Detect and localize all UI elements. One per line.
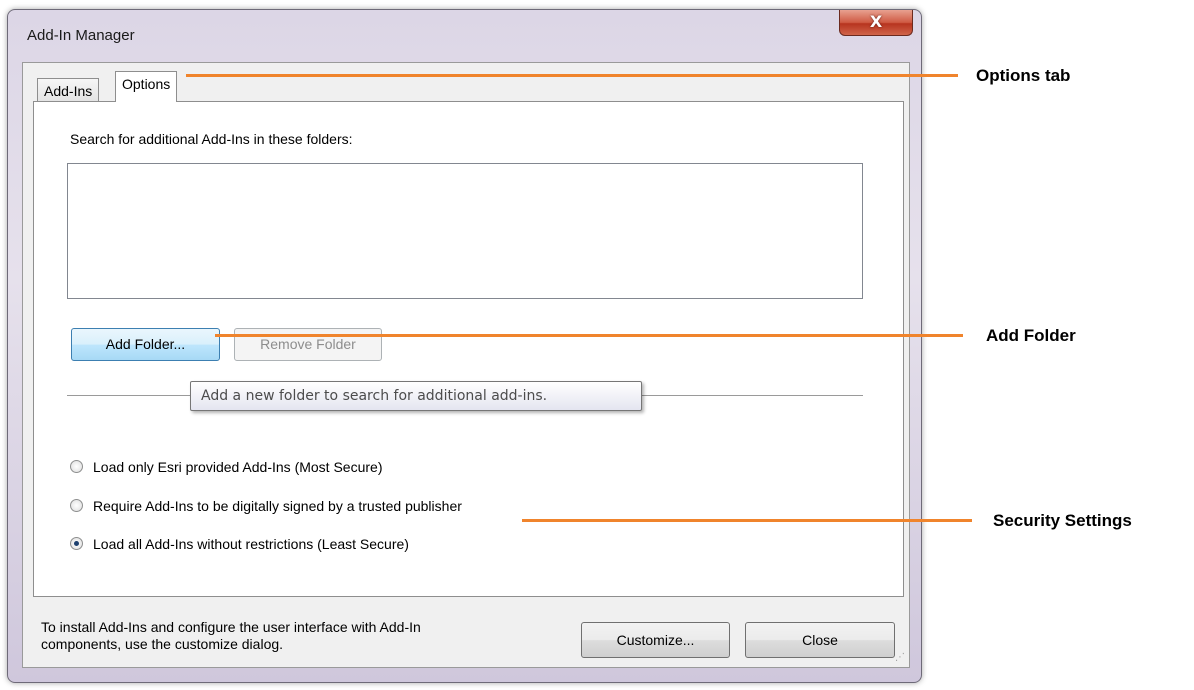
add-folder-tooltip: Add a new folder to search for additiona… xyxy=(190,381,642,411)
close-button[interactable]: Close xyxy=(745,622,895,658)
security-settings-callout-line xyxy=(522,519,972,522)
radio-button[interactable] xyxy=(70,499,83,512)
resize-grip-icon[interactable]: ⋰ xyxy=(895,652,905,663)
folder-list[interactable] xyxy=(67,163,863,299)
remove-folder-button[interactable]: Remove Folder xyxy=(234,328,382,361)
radio-button[interactable] xyxy=(70,460,83,473)
window-close-button[interactable]: X xyxy=(839,10,913,36)
security-option-label: Load all Add-Ins without restrictions (L… xyxy=(93,536,409,552)
security-settings-callout-label: Security Settings xyxy=(993,511,1132,530)
add-folder-callout-line xyxy=(215,334,963,337)
radio-button-selected[interactable] xyxy=(70,537,83,550)
options-tab-callout-label: Options tab xyxy=(976,66,1071,85)
add-folder-button[interactable]: Add Folder... xyxy=(71,328,220,361)
close-icon: X xyxy=(869,12,883,31)
title-bar[interactable]: Add-In Manager X xyxy=(8,10,921,62)
customize-button[interactable]: Customize... xyxy=(581,622,730,658)
search-folders-label: Search for additional Add-Ins in these f… xyxy=(70,131,353,147)
footer-text-line-2: components, use the customize dialog. xyxy=(41,636,284,652)
tab-add-ins-label: Add-Ins xyxy=(44,83,93,99)
add-folder-callout-label: Add Folder xyxy=(986,326,1076,345)
tab-add-ins[interactable]: Add-Ins xyxy=(37,78,100,102)
tab-options-label: Options xyxy=(122,76,171,92)
add-in-manager-window: Add-In Manager X Add-Ins Options Search … xyxy=(7,9,922,683)
tab-options[interactable]: Options xyxy=(115,71,178,102)
window-title: Add-In Manager xyxy=(27,27,135,44)
options-tab-callout-line xyxy=(186,74,958,77)
security-option-label: Require Add-Ins to be digitally signed b… xyxy=(93,498,462,514)
footer-instructions: To install Add-Ins and configure the use… xyxy=(41,619,561,653)
dialog-client-area: Add-Ins Options Search for additional Ad… xyxy=(22,62,910,668)
options-panel: Search for additional Add-Ins in these f… xyxy=(33,101,904,597)
footer-text-line-1: To install Add-Ins and configure the use… xyxy=(41,619,421,635)
security-option-label: Load only Esri provided Add-Ins (Most Se… xyxy=(93,459,383,475)
